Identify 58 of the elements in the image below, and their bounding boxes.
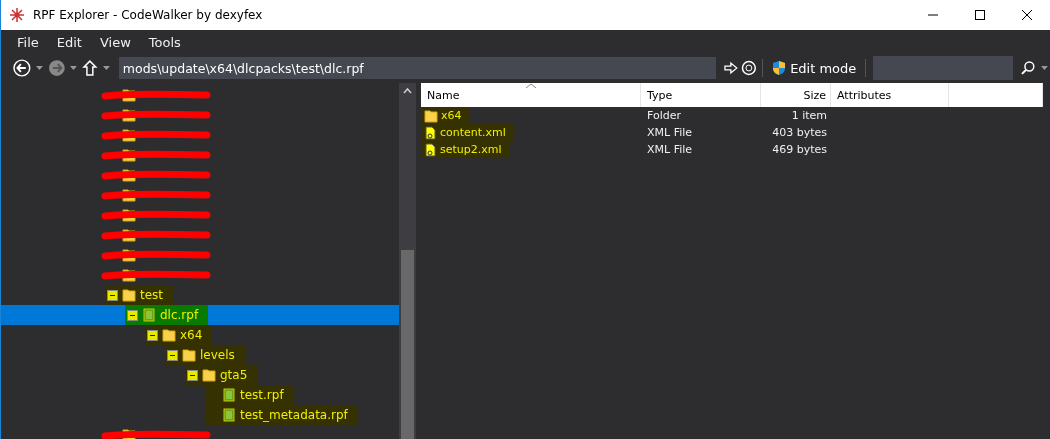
folder-icon: [424, 108, 438, 123]
archive-icon: [222, 388, 236, 402]
expander-icon[interactable]: [167, 349, 178, 361]
caret-icon[interactable]: [102, 66, 110, 70]
tree-item[interactable]: x64: [145, 325, 213, 345]
tree-item[interactable]: levels: [165, 345, 245, 365]
sort-icon: [526, 83, 536, 88]
file-type: XML File: [646, 143, 694, 156]
expander-icon[interactable]: [127, 309, 138, 321]
tree-item[interactable]: gta5: [185, 365, 258, 385]
file-size: 403 bytes: [771, 126, 828, 139]
go-icon[interactable]: [722, 60, 739, 76]
caret-icon[interactable]: [70, 66, 78, 70]
shield-icon: [772, 60, 787, 76]
document-icon: [424, 142, 437, 157]
file-type: XML File: [646, 126, 694, 139]
maximize-icon: [974, 10, 985, 20]
caret-icon[interactable]: [35, 66, 43, 70]
archive-icon: [222, 408, 236, 422]
expander-icon[interactable]: [147, 329, 158, 341]
column-header[interactable]: Size: [761, 83, 831, 107]
tree-item[interactable]: test_metadata.rpf: [205, 405, 358, 425]
refresh-icon[interactable]: [741, 60, 758, 76]
window-title: RPF Explorer - CodeWalker by dexyfex: [33, 8, 264, 22]
search-field[interactable]: [873, 56, 1014, 80]
menu-item[interactable]: File: [9, 35, 47, 50]
up-icon[interactable]: [82, 59, 98, 77]
folder-icon: [182, 348, 196, 362]
expander-icon[interactable]: [187, 369, 198, 381]
app-icon: [9, 7, 25, 23]
tree-item[interactable]: test.rpf: [205, 385, 294, 405]
edit-mode-button[interactable]: Edit mode: [768, 60, 861, 76]
folder-icon: [202, 368, 216, 382]
menu-item[interactable]: Tools: [140, 35, 189, 50]
tree-item[interactable]: test: [105, 285, 174, 305]
file-name[interactable]: content.xml: [421, 124, 514, 141]
scrollbar[interactable]: [399, 83, 416, 439]
forward-icon[interactable]: [47, 59, 66, 77]
address-field[interactable]: mods\update\x64\dlcpacks\test\dlc.rpf: [118, 57, 716, 79]
folder-icon: [122, 288, 136, 302]
menu-item[interactable]: View: [91, 35, 139, 50]
file-size: 1 item: [790, 109, 828, 122]
caret-icon[interactable]: [1041, 66, 1048, 70]
search-icon[interactable]: [1020, 60, 1037, 76]
tree-item[interactable]: dlc.rpf: [125, 305, 209, 325]
column-header[interactable]: Attributes: [831, 83, 949, 107]
file-name[interactable]: setup2.xml: [421, 141, 510, 158]
menu-item[interactable]: Edit: [48, 35, 90, 50]
folder-icon: [162, 328, 176, 342]
file-type: Folder: [646, 109, 682, 122]
archive-icon: [142, 308, 156, 322]
back-icon[interactable]: [13, 59, 31, 77]
column-header[interactable]: Type: [641, 83, 761, 107]
close-icon: [1021, 10, 1032, 20]
file-size: 469 bytes: [771, 143, 828, 156]
document-icon: [424, 125, 437, 140]
file-name[interactable]: x64: [421, 107, 470, 124]
expander-icon[interactable]: [107, 289, 118, 301]
